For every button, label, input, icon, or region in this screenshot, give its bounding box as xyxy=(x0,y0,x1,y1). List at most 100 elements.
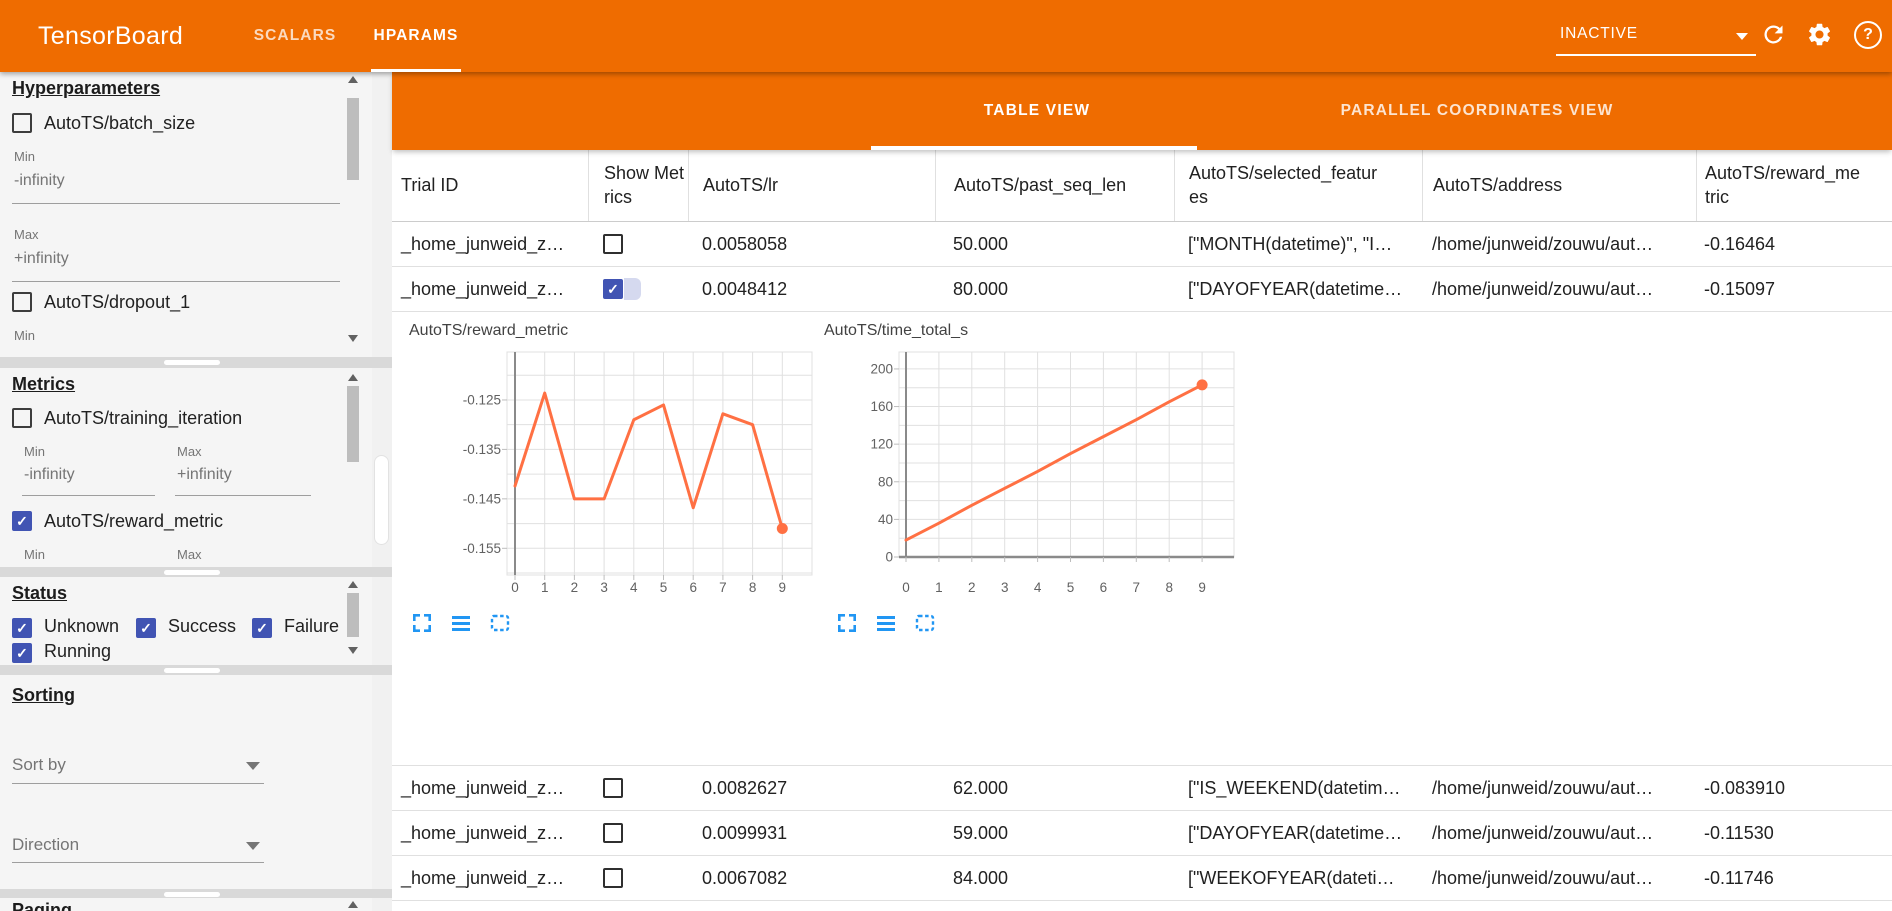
min-input[interactable]: -infinity xyxy=(24,466,75,484)
help-icon[interactable]: ? xyxy=(1854,21,1884,51)
metric-charts-panel: AutoTS/reward_metric AutoTS/time_total_s… xyxy=(392,313,1892,765)
status-checkbox-failure[interactable] xyxy=(252,618,272,638)
chevron-down-icon xyxy=(1736,33,1748,40)
scrollbar-up-icon[interactable] xyxy=(348,901,358,908)
table-row: _home_junweid_z…0.005805850.000["MONTH(d… xyxy=(392,222,1892,267)
metrics-title: Metrics xyxy=(12,374,75,395)
sort-by-select[interactable]: Sort by xyxy=(12,755,66,775)
svg-text:5: 5 xyxy=(660,580,668,595)
show-metrics-checkbox[interactable] xyxy=(603,868,623,888)
section-resize-handle[interactable] xyxy=(0,567,392,577)
svg-text:8: 8 xyxy=(1165,580,1173,595)
trial-id-cell: _home_junweid_z… xyxy=(392,766,588,810)
paging-title: Paging xyxy=(12,900,72,911)
column-header-autots-reward-metric[interactable]: AutoTS/reward_metric xyxy=(1696,150,1892,221)
status-checkbox-unknown[interactable] xyxy=(12,618,32,638)
expand-icon[interactable] xyxy=(410,611,434,635)
reward-metric-chart[interactable]: -0.125-0.135-0.145-0.1550123456789 xyxy=(435,346,827,615)
scrollbar-thumb[interactable] xyxy=(347,593,359,637)
reward-metric-cell: -0.16464 xyxy=(1696,222,1892,266)
reward-metric-checkbox[interactable] xyxy=(12,511,32,531)
view-tab-parallel-coordinates-view[interactable]: PARALLEL COORDINATES VIEW xyxy=(1327,72,1627,150)
nav-tab-scalars[interactable]: SCALARS xyxy=(248,0,342,72)
chevron-down-icon[interactable] xyxy=(246,762,260,770)
svg-text:-0.125: -0.125 xyxy=(463,392,501,407)
svg-text:40: 40 xyxy=(878,512,893,527)
nav-tab-hparams[interactable]: HPARAMS xyxy=(366,0,466,72)
refresh-icon[interactable] xyxy=(1760,21,1790,51)
status-checkbox-running[interactable] xyxy=(12,643,32,663)
lines-icon[interactable] xyxy=(449,611,473,635)
chart-title-reward-metric: AutoTS/reward_metric xyxy=(409,322,568,340)
min-label: Min xyxy=(14,149,35,164)
column-header-autots-lr[interactable]: AutoTS/lr xyxy=(688,150,935,221)
table-rows-bottom: _home_junweid_z…0.008262762.000["IS_WEEK… xyxy=(392,765,1892,901)
scrollbar-thumb[interactable] xyxy=(347,386,359,462)
batch-size-checkbox[interactable] xyxy=(12,113,32,133)
hyperparameters-title: Hyperparameters xyxy=(12,78,160,99)
svg-text:-0.135: -0.135 xyxy=(463,442,501,457)
show-metrics-checkbox[interactable] xyxy=(603,234,623,254)
svg-text:80: 80 xyxy=(878,474,893,489)
scrollbar-up-icon[interactable] xyxy=(348,374,358,381)
checkbox-focus-ripple xyxy=(624,278,641,300)
column-header-show-metrics[interactable]: Show Metrics xyxy=(588,150,688,221)
show-metrics-cell xyxy=(588,222,688,266)
max-input[interactable]: +infinity xyxy=(177,466,232,484)
section-resize-handle[interactable] xyxy=(0,889,392,898)
min-input[interactable]: -infinity xyxy=(14,172,65,190)
chevron-down-icon[interactable] xyxy=(246,842,260,850)
expand-icon[interactable] xyxy=(835,611,859,635)
section-metrics: Metrics AutoTS/training_iteration Min Ma… xyxy=(0,368,372,567)
svg-text:6: 6 xyxy=(689,580,697,595)
selected-features-cell: ["MONTH(datetime)", "I… xyxy=(1174,222,1422,266)
reward-metric-cell: -0.11746 xyxy=(1696,856,1892,900)
column-header-autots-past-seq-len[interactable]: AutoTS/past_seq_len xyxy=(935,150,1174,221)
lr-cell: 0.0067082 xyxy=(688,856,935,900)
svg-text:7: 7 xyxy=(1133,580,1141,595)
scrollbar-up-icon[interactable] xyxy=(348,76,358,83)
max-label: Max xyxy=(177,547,202,562)
column-header-autots-address[interactable]: AutoTS/address xyxy=(1422,150,1696,221)
column-header-trial-id[interactable]: Trial ID xyxy=(392,150,588,221)
dashed-box-icon[interactable] xyxy=(488,611,512,635)
view-tab-table-view[interactable]: TABLE VIEW xyxy=(787,72,1287,150)
svg-text:7: 7 xyxy=(719,580,727,595)
dashed-box-icon[interactable] xyxy=(913,611,937,635)
scrollbar-down-icon[interactable] xyxy=(348,335,358,342)
show-metrics-checkbox[interactable] xyxy=(603,778,623,798)
input-underline xyxy=(12,862,264,863)
svg-text:2: 2 xyxy=(571,580,579,595)
show-metrics-checkbox[interactable] xyxy=(603,823,623,843)
show-metrics-checkbox[interactable] xyxy=(603,279,623,299)
settings-gear-icon[interactable] xyxy=(1806,21,1836,51)
view-tab-scatter-plot-matrix-view[interactable]: SCATTER PLOT MATRIX VIEW xyxy=(1872,72,1892,150)
lines-icon[interactable] xyxy=(874,611,898,635)
scrollbar-down-icon[interactable] xyxy=(348,647,358,654)
status-label-running: Running xyxy=(44,641,111,662)
status-checkbox-success[interactable] xyxy=(136,618,156,638)
svg-text:2: 2 xyxy=(968,580,976,595)
trial-id-cell: _home_junweid_z… xyxy=(392,222,588,266)
app-header: TensorBoard SCALARS HPARAMS INACTIVE ? xyxy=(0,0,1892,72)
dropout-checkbox[interactable] xyxy=(12,292,32,312)
svg-text:0: 0 xyxy=(902,580,910,595)
run-status-dropdown[interactable]: INACTIVE xyxy=(1556,16,1756,56)
svg-text:3: 3 xyxy=(600,580,608,595)
column-header-autots-selected-features[interactable]: AutoTS/selected_features xyxy=(1174,150,1422,221)
scrollbar-up-icon[interactable] xyxy=(348,581,358,588)
max-label: Max xyxy=(177,444,202,459)
max-input[interactable]: +infinity xyxy=(14,250,69,268)
chart-toolbar xyxy=(410,611,512,635)
time-total-chart[interactable]: 200160120804000123456789 xyxy=(830,346,1260,615)
sidebar-scrollbar-thumb[interactable] xyxy=(374,455,389,545)
status-title: Status xyxy=(12,583,67,604)
scrollbar-thumb[interactable] xyxy=(347,98,359,180)
section-resize-handle[interactable] xyxy=(0,665,392,675)
svg-text:200: 200 xyxy=(870,361,893,376)
show-metrics-cell xyxy=(588,856,688,900)
training-iteration-checkbox[interactable] xyxy=(12,408,32,428)
svg-text:-0.155: -0.155 xyxy=(463,541,501,556)
direction-select[interactable]: Direction xyxy=(12,835,79,855)
section-resize-handle[interactable] xyxy=(0,357,392,368)
